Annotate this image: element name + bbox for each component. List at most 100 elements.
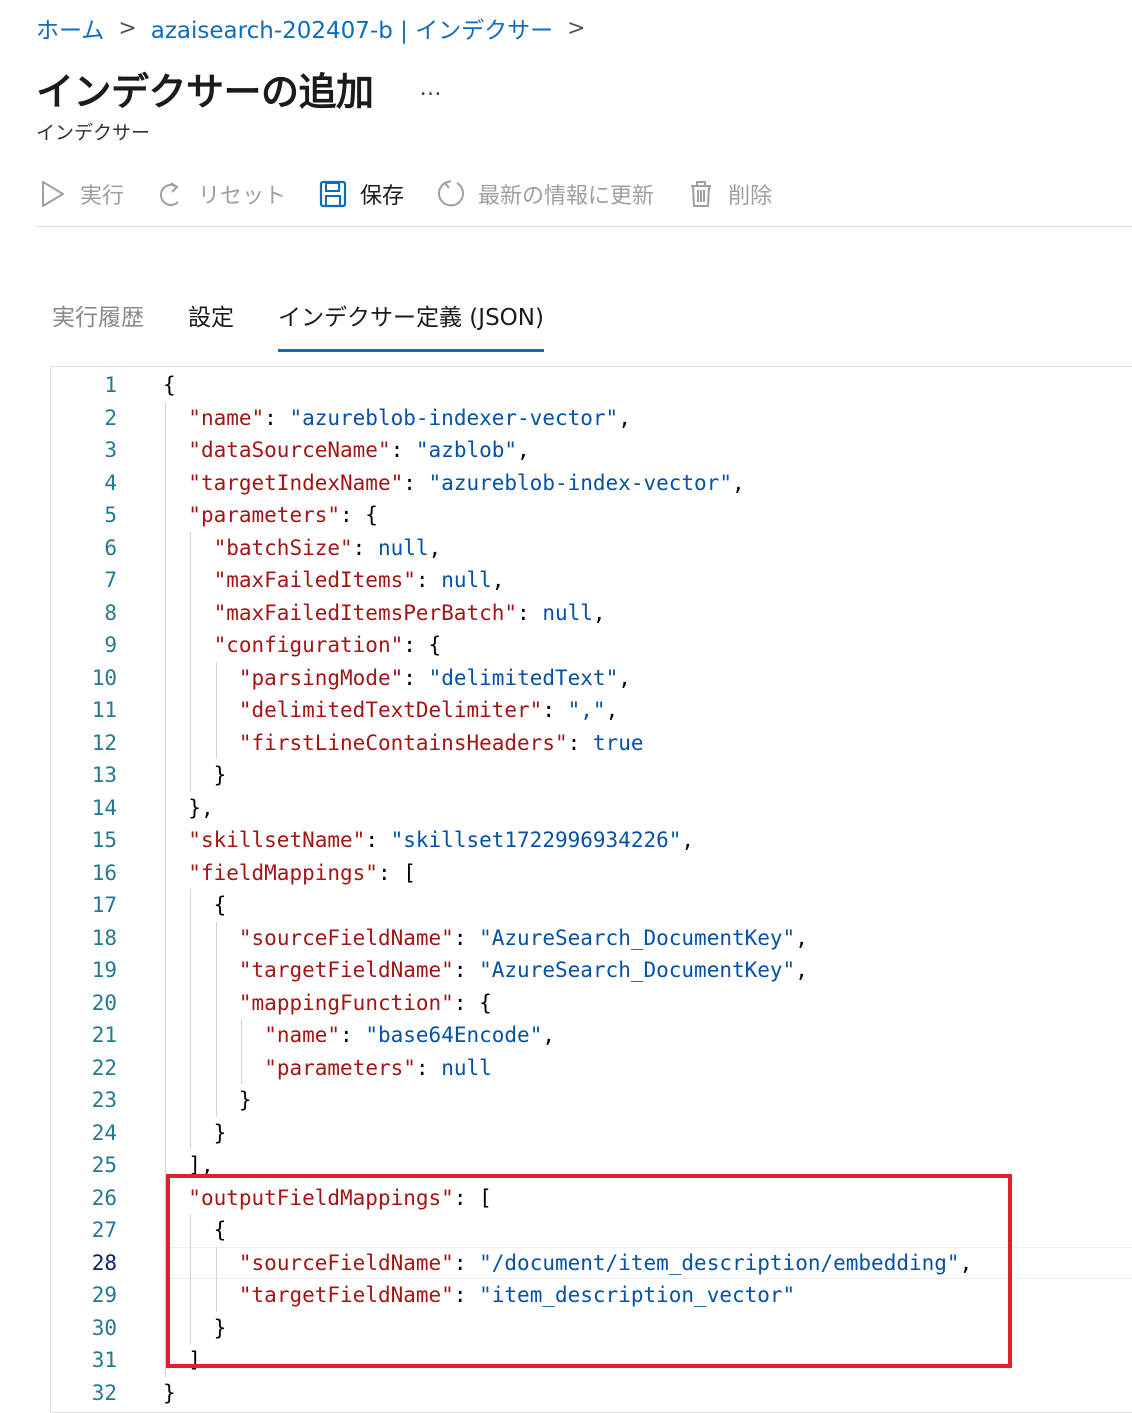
code-line[interactable]: 5 "parameters": { — [51, 499, 1132, 532]
code-text: "targetFieldName": "AzureSearch_Document… — [239, 954, 808, 987]
code-line[interactable]: 7 "maxFailedItems": null, — [51, 564, 1132, 597]
breadcrumb-home-link[interactable]: ホーム — [36, 11, 104, 45]
save-icon — [316, 177, 350, 211]
json-key: "name" — [264, 1023, 341, 1047]
json-punctuation: , — [491, 568, 505, 592]
line-number: 26 — [91, 1185, 117, 1210]
play-icon — [36, 177, 70, 211]
save-label: 保存 — [360, 184, 405, 209]
code-line[interactable]: 22 "parameters": null — [51, 1052, 1132, 1085]
code-text: { — [214, 889, 227, 922]
code-text: "sourceFieldName": "AzureSearch_Document… — [239, 922, 808, 955]
json-punctuation: } — [238, 1088, 252, 1112]
code-line[interactable]: 12 "firstLineContainsHeaders": true — [51, 727, 1132, 760]
line-number: 31 — [91, 1348, 117, 1372]
json-punctuation: , — [731, 470, 745, 495]
json-value: "AzureSearch_DocumentKey" — [479, 958, 796, 982]
run-button[interactable]: 実行 — [36, 177, 124, 211]
code-line[interactable]: 15 "skillsetName": "skillset1722996934226… — [51, 824, 1132, 857]
json-key: "maxFailedItemsPerBatch" — [213, 600, 518, 625]
json-punctuation: : — [517, 600, 543, 625]
code-line[interactable]: 32} — [51, 1377, 1132, 1410]
code-line[interactable]: 13} — [51, 759, 1132, 792]
line-number: 5 — [104, 503, 117, 527]
code-line[interactable]: 8 "maxFailedItemsPerBatch": null, — [51, 597, 1132, 630]
json-value: null — [377, 535, 429, 560]
json-value: "azblob" — [415, 438, 518, 462]
line-number: 9 — [104, 633, 117, 657]
code-line[interactable]: 16 "fieldMappings": [ — [51, 857, 1132, 890]
json-punctuation: { — [213, 893, 227, 917]
code-line[interactable]: 17 { — [51, 889, 1132, 922]
code-line[interactable]: 23} — [51, 1084, 1132, 1117]
json-value: "," — [567, 698, 606, 722]
json-key: "firstLineContainsHeaders" — [238, 730, 568, 755]
code-text: } — [163, 1377, 176, 1410]
code-text: "parameters": null — [264, 1052, 492, 1085]
code-line[interactable]: 24} — [51, 1117, 1132, 1150]
code-line[interactable]: 3 "dataSourceName": "azblob", — [51, 434, 1132, 467]
chevron-right-icon: > — [118, 15, 137, 41]
json-value: "delimitedText" — [428, 665, 619, 690]
json-punctuation: : — [390, 438, 416, 462]
code-line[interactable]: 4 "targetIndexName": "azureblob-index-vec… — [51, 467, 1132, 500]
json-key: "delimitedTextDelimiter" — [238, 698, 543, 722]
json-punctuation: : — [340, 1023, 366, 1047]
json-key: "maxFailedItems" — [213, 568, 416, 592]
json-key: "fieldMappings" — [188, 860, 378, 885]
code-text: "batchSize": null, — [214, 532, 442, 565]
line-number: 20 — [91, 990, 117, 1015]
json-key: "sourceFieldName" — [238, 925, 454, 950]
code-line[interactable]: 2 "name": "azureblob-indexer-vector", — [51, 402, 1132, 435]
json-punctuation: , — [795, 958, 808, 982]
code-line[interactable]: 10 "parsingMode": "delimitedText", — [51, 662, 1132, 695]
highlight-box — [166, 1174, 1012, 1368]
code-line[interactable]: 14}, — [51, 792, 1132, 825]
code-line[interactable]: 18 "sourceFieldName": "AzureSearch_Docume… — [51, 922, 1132, 955]
json-punctuation: , — [795, 925, 808, 950]
json-value: "base64Encode" — [365, 1023, 543, 1047]
line-number: 2 — [104, 405, 117, 430]
code-line[interactable]: 21 "name": "base64Encode", — [51, 1019, 1132, 1052]
json-punctuation: , — [517, 438, 530, 462]
line-number: 17 — [91, 893, 117, 917]
json-punctuation: } — [163, 1380, 176, 1405]
code-text: } — [214, 759, 227, 792]
code-line[interactable]: 1{ — [51, 369, 1132, 402]
json-punctuation: : — [453, 958, 480, 982]
json-key: "skillsetName" — [188, 828, 366, 852]
trash-icon — [684, 177, 718, 211]
json-key: "parameters" — [264, 1055, 416, 1080]
tab-bar: 実行履歴 設定 インデクサー定義 (JSON) — [52, 290, 588, 352]
breadcrumb-service-link[interactable]: azaisearch-202407-b | インデクサー — [151, 11, 553, 45]
json-punctuation: : — [403, 470, 429, 495]
line-number: 21 — [91, 1023, 117, 1047]
json-value: "skillset1722996934226" — [390, 828, 682, 852]
json-punctuation: , — [428, 535, 442, 560]
json-punctuation: }, — [188, 795, 214, 820]
json-punctuation: } — [213, 763, 227, 787]
page-subtitle: インデクサー — [36, 122, 151, 144]
refresh-label: 最新の情報に更新 — [478, 184, 655, 209]
json-key: "mappingFunction" — [238, 990, 454, 1015]
tab-settings[interactable]: 設定 — [188, 290, 234, 344]
tab-run-history[interactable]: 実行履歴 — [52, 290, 144, 344]
json-value: "azureblob-indexer-vector" — [289, 405, 619, 430]
more-options-button[interactable]: … — [420, 76, 444, 101]
save-button[interactable]: 保存 — [316, 177, 404, 211]
code-line[interactable]: 19 "targetFieldName": "AzureSearch_Docume… — [51, 954, 1132, 987]
breadcrumb: ホーム > azaisearch-202407-b | インデクサー > — [36, 10, 600, 46]
code-line[interactable]: 9 "configuration": { — [51, 629, 1132, 662]
json-key: "configuration" — [213, 633, 404, 657]
code-line[interactable]: 11 "delimitedTextDelimiter": ",", — [51, 694, 1132, 727]
code-line[interactable]: 6 "batchSize": null, — [51, 532, 1132, 565]
json-value: null — [441, 1055, 492, 1080]
reset-button[interactable]: リセット — [154, 177, 286, 211]
code-line[interactable]: 20 "mappingFunction": { — [51, 987, 1132, 1020]
json-punctuation: : — [403, 665, 429, 690]
code-text: } — [214, 1117, 227, 1150]
delete-button[interactable]: 削除 — [684, 177, 772, 211]
refresh-button[interactable]: 最新の情報に更新 — [434, 177, 654, 211]
code-text: "maxFailedItems": null, — [214, 564, 505, 597]
tab-indexer-definition-json[interactable]: インデクサー定義 (JSON) — [278, 290, 544, 352]
